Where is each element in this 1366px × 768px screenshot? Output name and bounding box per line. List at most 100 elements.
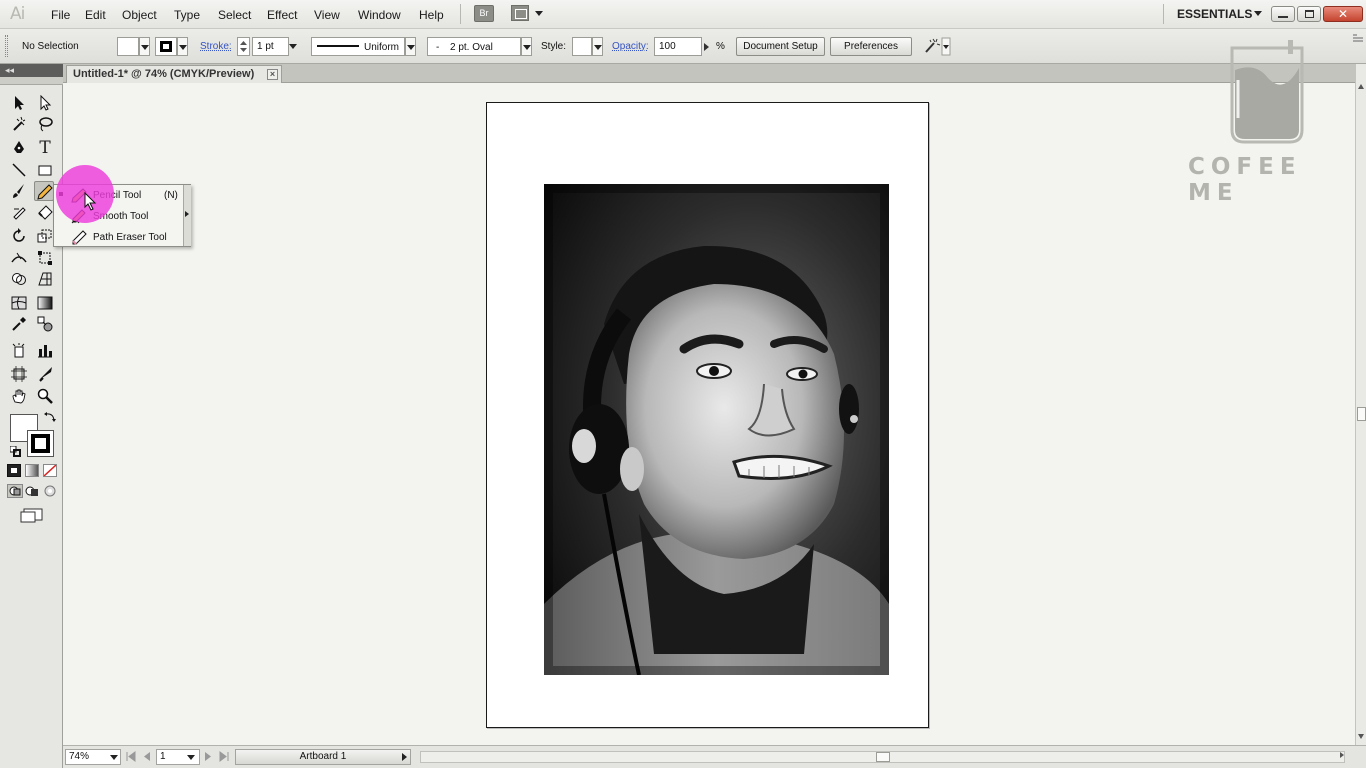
last-artboard-icon[interactable] xyxy=(219,751,229,762)
zoom-level-field[interactable]: 74% xyxy=(65,749,121,765)
lasso-tool-icon[interactable] xyxy=(35,114,55,134)
close-window-button[interactable]: ✕ xyxy=(1323,6,1363,22)
paintbrush-tool-icon[interactable] xyxy=(9,181,29,201)
close-tab-icon[interactable]: × xyxy=(267,69,278,80)
artboard-number-field[interactable]: 1 xyxy=(156,749,200,765)
opacity-input[interactable]: 100 xyxy=(654,37,702,56)
pencil-tool-icon[interactable] xyxy=(34,181,54,201)
pen-tool-icon[interactable] xyxy=(9,138,29,158)
rotate-tool-icon[interactable] xyxy=(9,226,29,246)
stroke-dropdown[interactable] xyxy=(177,37,188,56)
swap-colors-icon[interactable] xyxy=(44,411,56,423)
slice-tool-icon[interactable] xyxy=(35,364,55,384)
artboard[interactable] xyxy=(486,102,929,728)
draw-normal-button[interactable] xyxy=(7,484,23,498)
stroke-swatch[interactable] xyxy=(155,37,177,56)
hand-tool-icon[interactable] xyxy=(9,386,29,406)
opacity-label[interactable]: Opacity: xyxy=(612,41,649,52)
menu-file[interactable]: File xyxy=(51,8,70,22)
rectangle-tool-icon[interactable] xyxy=(35,160,55,180)
draw-behind-button[interactable] xyxy=(25,485,39,497)
workspace-switcher[interactable]: ESSENTIALS xyxy=(1177,7,1252,21)
isolate-tool-button[interactable] xyxy=(921,37,951,56)
fill-swatch[interactable] xyxy=(117,37,139,56)
stroke-weight-dropdown[interactable] xyxy=(288,37,299,56)
style-swatch[interactable] xyxy=(572,37,592,56)
stroke-color-swatch[interactable] xyxy=(27,430,54,457)
brush-dropdown[interactable] xyxy=(521,37,532,56)
profile-dropdown[interactable] xyxy=(405,37,416,56)
free-transform-tool-icon[interactable] xyxy=(35,248,55,268)
width-tool-icon[interactable] xyxy=(9,248,29,268)
vertical-scroll-thumb[interactable] xyxy=(1357,407,1366,421)
scroll-up-icon[interactable] xyxy=(1358,84,1364,89)
vertical-scrollbar[interactable] xyxy=(1355,64,1366,745)
tools-panel-grip[interactable] xyxy=(0,77,63,85)
arrange-documents-button[interactable] xyxy=(511,5,545,22)
menu-object[interactable]: Object xyxy=(122,8,157,22)
eraser-tool-icon[interactable] xyxy=(35,202,55,222)
stroke-weight-stepper[interactable] xyxy=(237,37,250,56)
zoom-tool-icon[interactable] xyxy=(35,386,55,406)
tools-panel-header[interactable]: ◂◂ xyxy=(0,64,63,77)
next-artboard-icon[interactable] xyxy=(204,751,212,762)
menu-select[interactable]: Select xyxy=(218,8,251,22)
menu-effect[interactable]: Effect xyxy=(267,8,297,22)
document-tab[interactable]: Untitled-1* @ 74% (CMYK/Preview) × xyxy=(66,65,282,83)
scroll-right-icon[interactable] xyxy=(1340,752,1344,758)
horizontal-scroll-thumb[interactable] xyxy=(876,752,890,762)
path-eraser-icon xyxy=(71,230,87,245)
menu-type[interactable]: Type xyxy=(174,8,200,22)
artboard-tool-icon[interactable] xyxy=(9,364,29,384)
none-mode-button[interactable] xyxy=(43,464,57,477)
eyedropper-tool-icon[interactable] xyxy=(9,314,29,334)
stroke-weight-input[interactable]: 1 pt xyxy=(252,37,289,56)
previous-artboard-icon[interactable] xyxy=(143,751,151,762)
type-tool-icon[interactable]: T xyxy=(35,138,55,158)
style-dropdown[interactable] xyxy=(592,37,603,56)
shape-builder-tool-icon[interactable] xyxy=(9,269,29,289)
selection-tool-icon[interactable] xyxy=(9,93,29,113)
blend-tool-icon[interactable] xyxy=(35,314,55,334)
brush-definition[interactable]: - 2 pt. Oval xyxy=(427,37,521,56)
menu-window[interactable]: Window xyxy=(358,8,401,22)
scroll-down-icon[interactable] xyxy=(1358,734,1364,739)
mesh-tool-icon[interactable] xyxy=(9,293,29,313)
scale-tool-icon[interactable] xyxy=(35,226,55,246)
fill-dropdown[interactable] xyxy=(139,37,150,56)
column-graph-tool-icon[interactable] xyxy=(35,340,55,360)
flyout-item-path-eraser[interactable]: Path Eraser Tool xyxy=(54,227,190,248)
direct-selection-tool-icon[interactable] xyxy=(35,93,55,113)
horizontal-scrollbar[interactable] xyxy=(420,751,1345,763)
placed-photo[interactable] xyxy=(544,184,889,675)
screen-mode-button[interactable] xyxy=(20,508,44,524)
draw-inside-button[interactable] xyxy=(43,485,57,497)
perspective-grid-tool-icon[interactable] xyxy=(35,269,55,289)
color-mode-button[interactable] xyxy=(7,464,21,477)
panel-grip[interactable] xyxy=(5,35,8,57)
canvas-area[interactable] xyxy=(63,84,1355,745)
gradient-tool-icon[interactable] xyxy=(35,293,55,313)
chevron-down-icon[interactable] xyxy=(1254,11,1262,16)
menu-edit[interactable]: Edit xyxy=(85,8,106,22)
line-segment-tool-icon[interactable] xyxy=(9,160,29,180)
opacity-slider-arrow-icon[interactable] xyxy=(704,43,709,51)
menu-help[interactable]: Help xyxy=(419,8,444,22)
minimize-button[interactable] xyxy=(1271,6,1295,22)
draw-inside-icon xyxy=(44,485,56,497)
blob-brush-tool-icon[interactable] xyxy=(9,202,29,222)
bridge-button[interactable]: Br xyxy=(474,5,494,22)
default-colors-icon[interactable] xyxy=(9,445,21,457)
magic-wand-tool-icon[interactable] xyxy=(9,114,29,134)
document-setup-button[interactable]: Document Setup xyxy=(736,37,825,56)
symbol-sprayer-tool-icon[interactable] xyxy=(9,340,29,360)
stroke-label[interactable]: Stroke: xyxy=(200,41,232,52)
restore-button[interactable] xyxy=(1297,6,1321,22)
artboard-status-menu[interactable]: Artboard 1 xyxy=(235,749,411,765)
flyout-tearoff[interactable] xyxy=(183,185,191,246)
first-artboard-icon[interactable] xyxy=(126,751,136,762)
variable-width-profile[interactable]: Uniform xyxy=(311,37,405,56)
menu-view[interactable]: View xyxy=(314,8,340,22)
preferences-button[interactable]: Preferences xyxy=(830,37,912,56)
gradient-mode-button[interactable] xyxy=(25,464,39,477)
